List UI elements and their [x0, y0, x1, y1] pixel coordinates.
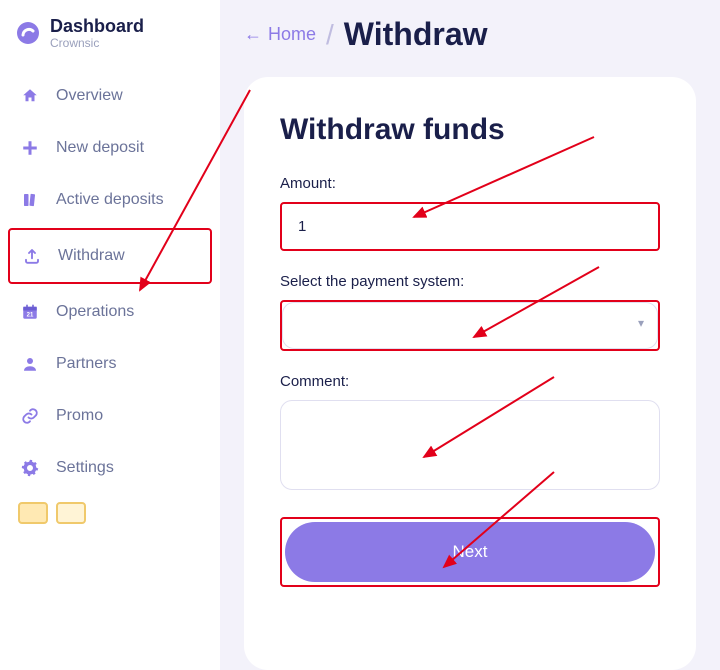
brand-logo-icon — [16, 21, 40, 45]
sidebar-item-promo[interactable]: Promo — [8, 390, 212, 442]
decoration-card-icon — [18, 502, 48, 524]
sidebar-item-label: Withdraw — [58, 247, 125, 265]
sidebar-item-withdraw[interactable]: Withdraw — [8, 228, 212, 284]
comment-label: Comment: — [280, 373, 660, 390]
gear-icon — [20, 458, 40, 478]
sidebar-item-settings[interactable]: Settings — [8, 442, 212, 494]
brand-subtitle: Crownsic — [50, 37, 144, 50]
sidebar-item-label: Active deposits — [56, 191, 164, 209]
payment-system-label: Select the payment system: — [280, 273, 660, 290]
sidebar-item-operations[interactable]: 21 Operations — [8, 286, 212, 338]
page-title: Withdraw — [344, 16, 488, 53]
amount-input[interactable] — [280, 202, 660, 251]
sidebar-item-label: New deposit — [56, 139, 144, 157]
sidebar-item-label: Partners — [56, 355, 116, 373]
next-button[interactable]: Next — [285, 522, 655, 582]
payment-system-select[interactable] — [282, 302, 658, 349]
main-content: ← Home / Withdraw Withdraw funds Amount:… — [220, 0, 720, 670]
user-icon — [20, 354, 40, 374]
brand: Dashboard Crownsic — [8, 12, 212, 70]
plus-icon — [20, 138, 40, 158]
svg-text:21: 21 — [27, 312, 34, 318]
comment-textarea[interactable] — [280, 400, 660, 490]
brand-title: Dashboard — [50, 17, 144, 37]
sidebar-item-label: Promo — [56, 407, 103, 425]
sidebar-item-active-deposits[interactable]: Active deposits — [8, 174, 212, 226]
calendar-icon: 21 — [20, 302, 40, 322]
card-title: Withdraw funds — [280, 113, 660, 147]
decoration-card-icon — [56, 502, 86, 524]
breadcrumb-separator: / — [326, 19, 334, 51]
sidebar: Dashboard Crownsic Overview New deposit … — [0, 0, 220, 670]
link-icon — [20, 406, 40, 426]
home-icon — [20, 86, 40, 106]
sidebar-item-label: Settings — [56, 459, 114, 477]
bottom-decoration — [8, 494, 212, 532]
breadcrumb-home-label: Home — [268, 24, 316, 45]
sidebar-item-overview[interactable]: Overview — [8, 70, 212, 122]
breadcrumb: ← Home / Withdraw — [244, 16, 696, 53]
amount-label: Amount: — [280, 175, 660, 192]
arrow-left-icon: ← — [244, 24, 262, 45]
sidebar-item-label: Overview — [56, 87, 123, 105]
sidebar-item-partners[interactable]: Partners — [8, 338, 212, 390]
breadcrumb-home-link[interactable]: ← Home — [244, 24, 316, 45]
books-icon — [20, 190, 40, 210]
sidebar-item-label: Operations — [56, 303, 134, 321]
withdraw-card: Withdraw funds Amount: Select the paymen… — [244, 77, 696, 670]
upload-icon — [22, 246, 42, 266]
sidebar-item-new-deposit[interactable]: New deposit — [8, 122, 212, 174]
